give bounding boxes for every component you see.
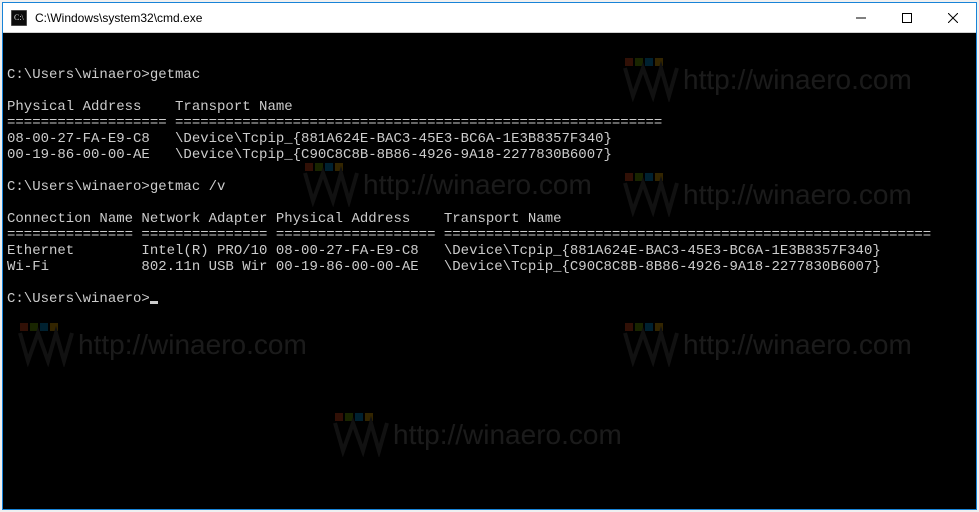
output-row: Wi-Fi 802.11n USB Wir 00-19-86-00-00-AE … [7, 259, 881, 275]
prompt: C:\Users\winaero> [7, 67, 150, 83]
close-button[interactable] [930, 3, 976, 32]
cmd-window: C:\ C:\Windows\system32\cmd.exe C:\Users… [2, 2, 977, 510]
svg-text:C:\: C:\ [14, 13, 25, 22]
maximize-button[interactable] [884, 3, 930, 32]
cmd-icon: C:\ [11, 10, 27, 26]
cursor [150, 301, 158, 304]
command: getmac [150, 67, 200, 83]
watermark: http://winaero.com [623, 173, 912, 217]
output-header: Connection Name Network Adapter Physical… [7, 211, 562, 227]
watermark: http://winaero.com [303, 163, 592, 207]
prompt-line: C:\Users\winaero>getmac [7, 67, 200, 83]
watermark: http://winaero.com [333, 413, 622, 457]
prompt: C:\Users\winaero> [7, 291, 150, 307]
output-row: Ethernet Intel(R) PRO/10 08-00-27-FA-E9-… [7, 243, 881, 259]
window-controls [838, 3, 976, 32]
command: getmac /v [150, 179, 226, 195]
watermark-text: http://winaero.com [363, 177, 592, 193]
prompt-line: C:\Users\winaero> [7, 291, 158, 307]
watermark: http://winaero.com [623, 58, 912, 102]
output-sep: =================== ====================… [7, 115, 662, 131]
prompt: C:\Users\winaero> [7, 179, 150, 195]
output-row: 00-19-86-00-00-AE \Device\Tcpip_{C90C8C8… [7, 147, 612, 163]
watermark-text: http://winaero.com [683, 72, 912, 88]
watermark-text: http://winaero.com [78, 337, 307, 353]
titlebar[interactable]: C:\ C:\Windows\system32\cmd.exe [3, 3, 976, 33]
minimize-button[interactable] [838, 3, 884, 32]
window-title: C:\Windows\system32\cmd.exe [33, 11, 838, 25]
watermark-text: http://winaero.com [393, 427, 622, 443]
terminal-area[interactable]: C:\Users\winaero>getmac Physical Address… [3, 33, 976, 509]
output-header: Physical Address Transport Name [7, 99, 293, 115]
watermark-text: http://winaero.com [683, 187, 912, 203]
watermark: http://winaero.com [18, 323, 307, 367]
watermark-text: http://winaero.com [683, 337, 912, 353]
output-row: 08-00-27-FA-E9-C8 \Device\Tcpip_{881A624… [7, 131, 612, 147]
watermark: http://winaero.com [623, 323, 912, 367]
prompt-line: C:\Users\winaero>getmac /v [7, 179, 225, 195]
output-sep: =============== =============== ========… [7, 227, 931, 243]
